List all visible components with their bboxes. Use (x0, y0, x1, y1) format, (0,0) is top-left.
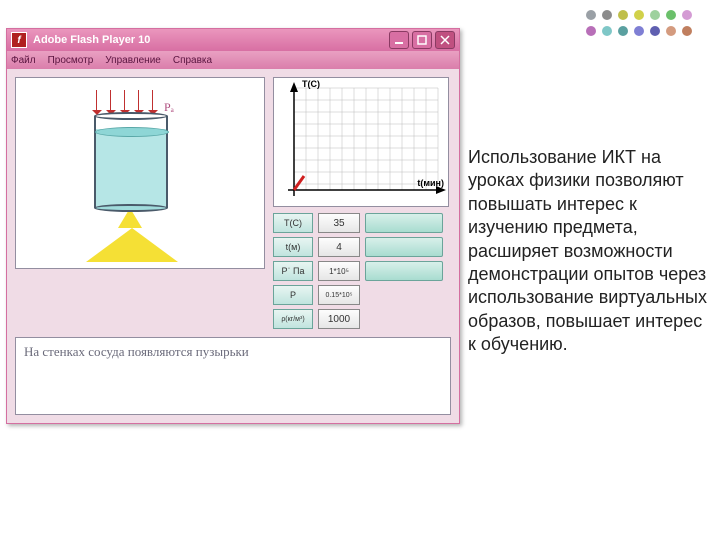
param-label-p[interactable]: P (273, 285, 313, 305)
titlebar[interactable]: f Adobe Flash Player 10 (7, 29, 459, 51)
window-title: Adobe Flash Player 10 (33, 34, 150, 46)
side-paragraph: Использование ИКТ на уроках физики позво… (468, 146, 708, 357)
vessel-icon (94, 116, 168, 208)
flash-icon: f (11, 32, 27, 48)
menu-control[interactable]: Управление (105, 55, 161, 66)
close-icon (440, 35, 450, 45)
pressure-label: Pₐ (164, 100, 174, 115)
simulation-viz: Pₐ (15, 77, 265, 269)
param-value-density[interactable]: 1000 (318, 309, 360, 329)
close-button[interactable] (435, 31, 455, 49)
status-text: На стенках сосуда появляются пузырьки (15, 337, 451, 415)
chart-y-label: T(C) (302, 79, 320, 89)
param-value-p[interactable]: 0.15*10⁵ (318, 285, 360, 305)
maximize-button[interactable] (412, 31, 432, 49)
minimize-button[interactable] (389, 31, 409, 49)
action-button-1[interactable] (365, 213, 443, 233)
client-area: Pₐ (7, 69, 459, 423)
menubar: Файл Просмотр Управление Справка (7, 51, 459, 69)
maximize-icon (417, 35, 427, 45)
param-value-time[interactable]: 4 (318, 237, 360, 257)
menu-file[interactable]: Файл (11, 55, 36, 66)
param-label-density[interactable]: ρ(кг/м³) (273, 309, 313, 329)
chart-x-label: t(мин) (417, 178, 444, 188)
chart-panel: T(C) t(мин) (273, 77, 449, 207)
decorative-dots (586, 10, 692, 36)
flame-icon (86, 228, 178, 262)
param-value-pprime[interactable]: 1*10⁵ (318, 261, 360, 281)
action-button-2[interactable] (365, 237, 443, 257)
param-label-time[interactable]: t(м) (273, 237, 313, 257)
param-rows: T(C) 35 t(м) 4 Pˈ Па 1*10⁵ (273, 213, 451, 329)
action-button-3[interactable] (365, 261, 443, 281)
flash-player-window: f Adobe Flash Player 10 Файл Просмотр Уп… (6, 28, 460, 424)
menu-view[interactable]: Просмотр (48, 55, 94, 66)
param-label-temp[interactable]: T(C) (273, 213, 313, 233)
menu-help[interactable]: Справка (173, 55, 212, 66)
param-label-pprime[interactable]: Pˈ Па (273, 261, 313, 281)
param-value-temp[interactable]: 35 (318, 213, 360, 233)
minimize-icon (394, 35, 404, 45)
